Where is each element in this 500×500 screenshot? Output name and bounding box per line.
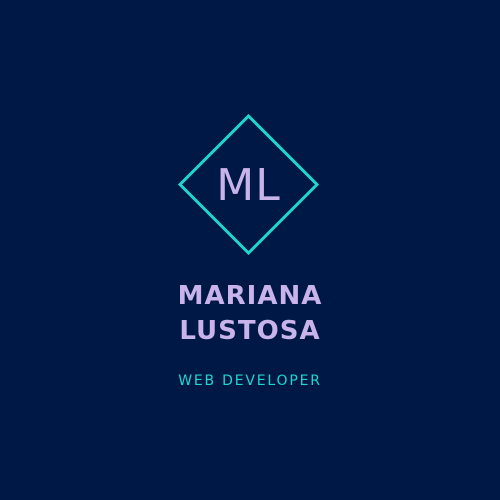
first-name: MARIANA xyxy=(177,281,323,311)
logo-card: ML MARIANA LUSTOSA WEB DEVELOPER xyxy=(0,0,500,500)
job-title: WEB DEVELOPER xyxy=(178,373,322,389)
monogram-badge: ML xyxy=(177,113,320,256)
full-name: MARIANA LUSTOSA xyxy=(0,279,500,349)
last-name: LUSTOSA xyxy=(179,316,321,346)
monogram-text: ML xyxy=(216,159,281,211)
